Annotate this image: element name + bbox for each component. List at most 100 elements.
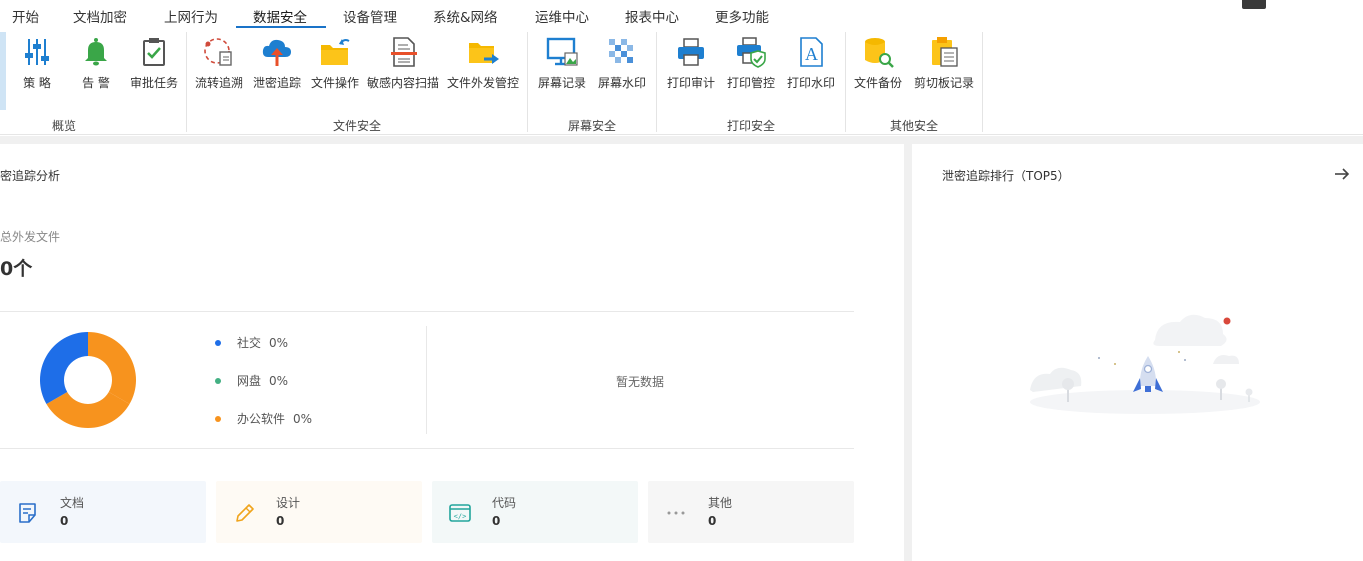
divider xyxy=(0,311,854,312)
card-name: 文档 xyxy=(60,496,85,510)
ribbon-toolbar: 策 略 告 警 审批任务 概览 流转追溯 泄密追踪 文件操作 敏感内容扫描 文件… xyxy=(0,30,1363,135)
print-control-label: 打印管控 xyxy=(726,76,775,90)
print-watermark-label: 打印水印 xyxy=(786,76,835,90)
card-value: 0 xyxy=(708,514,717,528)
database-search-icon xyxy=(860,34,896,70)
active-tab-indicator xyxy=(236,26,326,28)
file-outbound-control-label: 文件外发管控 xyxy=(446,76,519,90)
arrow-right-icon[interactable] xyxy=(1333,165,1351,183)
legend-dot xyxy=(215,339,221,346)
legend-dot xyxy=(215,415,221,422)
tab-ops-center[interactable]: 运维中心 xyxy=(535,6,589,26)
legend-percent: 0% xyxy=(269,373,289,388)
print-audit-button[interactable]: 打印审计 xyxy=(666,34,716,96)
file-type-card-other[interactable]: 其他 0 xyxy=(648,481,854,543)
empty-state-rocket-illustration xyxy=(1030,314,1260,414)
file-backup-button[interactable]: 文件备份 xyxy=(853,34,903,96)
clipboard-icon xyxy=(926,34,962,70)
printer-icon xyxy=(673,34,709,70)
donut-slice-办公软件[interactable] xyxy=(88,332,136,404)
file-type-card-document[interactable]: 文档 0 xyxy=(0,481,206,543)
approval-task-button[interactable]: 审批任务 xyxy=(129,34,179,96)
tab-data-security[interactable]: 数据安全 xyxy=(253,6,307,26)
tab-document-encryption[interactable]: 文档加密 xyxy=(73,6,127,26)
tab-internet-behavior[interactable]: 上网行为 xyxy=(164,6,218,26)
tab-device-management[interactable]: 设备管理 xyxy=(343,6,397,26)
divider xyxy=(426,326,427,434)
clipboard-record-label: 剪切板记录 xyxy=(913,76,974,90)
card-value: 0 xyxy=(276,514,285,528)
letter-a-document-icon: A xyxy=(793,34,829,70)
group-screen-security-label: 屏幕安全 xyxy=(568,119,617,133)
card-value: 0 xyxy=(492,514,501,528)
printer-shield-icon xyxy=(733,34,769,70)
sensitive-scan-button[interactable]: 敏感内容扫描 xyxy=(366,34,440,96)
legend-percent: 0% xyxy=(293,411,313,426)
group-file-security-label: 文件安全 xyxy=(333,119,382,133)
card-name: 设计 xyxy=(276,496,301,510)
folder-send-icon xyxy=(465,34,501,70)
pencil-icon xyxy=(232,501,256,525)
panel-title: 密追踪分析 xyxy=(0,169,61,183)
file-outbound-control-button[interactable]: 文件外发管控 xyxy=(446,34,520,96)
donut-slice-社交[interactable] xyxy=(40,332,88,404)
ribbon-separator xyxy=(656,32,657,132)
menu-bar: 开始 文档加密 上网行为 数据安全 设备管理 系统&网络 运维中心 报表中心 更… xyxy=(0,0,1363,30)
ranking-title: 泄密追踪排行（TOP5） xyxy=(942,169,1070,183)
file-operation-label: 文件操作 xyxy=(310,76,359,90)
tab-start[interactable]: 开始 xyxy=(12,6,39,26)
alarm-button[interactable]: 告 警 xyxy=(77,34,115,96)
legend-item: 办公软件 0% xyxy=(215,410,312,427)
legend-name: 办公软件 xyxy=(237,412,286,426)
checkerboard-icon xyxy=(604,34,640,70)
donut-slice-网盘[interactable] xyxy=(46,392,130,428)
legend-percent: 0% xyxy=(269,335,289,350)
collapse-ribbon-button[interactable] xyxy=(1242,0,1266,9)
leak-trace-button[interactable]: 泄密追踪 xyxy=(252,34,302,96)
card-value: 0 xyxy=(60,514,69,528)
cloud-upload-icon xyxy=(259,34,295,70)
ribbon-separator xyxy=(845,32,846,132)
code-window-icon: </> xyxy=(448,501,472,525)
group-print-security-label: 打印安全 xyxy=(727,119,776,133)
legend-item: 社交 0% xyxy=(215,334,288,351)
divider xyxy=(0,448,854,449)
card-name: 其他 xyxy=(708,496,733,510)
tab-report-center[interactable]: 报表中心 xyxy=(625,6,679,26)
screen-watermark-button[interactable]: 屏幕水印 xyxy=(597,34,647,96)
document-edit-icon xyxy=(16,501,40,525)
tab-system-network[interactable]: 系统&网络 xyxy=(433,6,498,26)
legend-name: 社交 xyxy=(237,336,262,350)
legend-dot xyxy=(215,377,221,384)
total-outbound-value: 0个 xyxy=(0,258,33,280)
print-audit-label: 打印审计 xyxy=(666,76,715,90)
legend-item: 网盘 0% xyxy=(215,372,288,389)
clipboard-record-button[interactable]: 剪切板记录 xyxy=(913,34,975,96)
policy-button[interactable]: 策 略 xyxy=(18,34,56,96)
sensitive-scan-label: 敏感内容扫描 xyxy=(366,76,439,90)
ribbon-left-strip xyxy=(0,32,6,110)
file-operation-button[interactable]: 文件操作 xyxy=(310,34,360,96)
alarm-label: 告 警 xyxy=(82,76,110,90)
screen-watermark-label: 屏幕水印 xyxy=(597,76,646,90)
tab-more-functions[interactable]: 更多功能 xyxy=(715,6,769,26)
outbound-type-donut-chart xyxy=(40,332,136,428)
policy-label: 策 略 xyxy=(23,76,51,90)
file-type-card-design[interactable]: 设计 0 xyxy=(216,481,422,543)
svg-text:A: A xyxy=(805,44,818,64)
more-dots-icon xyxy=(664,501,688,525)
ribbon-separator xyxy=(527,32,528,132)
file-type-card-code[interactable]: </> 代码 0 xyxy=(432,481,638,543)
print-watermark-button[interactable]: A 打印水印 xyxy=(786,34,836,96)
screen-record-button[interactable]: 屏幕记录 xyxy=(537,34,587,96)
flow-trace-button[interactable]: 流转追溯 xyxy=(194,34,244,96)
print-control-button[interactable]: 打印管控 xyxy=(726,34,776,96)
ribbon-separator xyxy=(982,32,983,132)
leak-trace-label: 泄密追踪 xyxy=(252,76,301,90)
flow-trace-label: 流转追溯 xyxy=(194,76,243,90)
group-other-security-label: 其他安全 xyxy=(890,119,939,133)
screen-record-label: 屏幕记录 xyxy=(537,76,586,90)
ribbon-separator xyxy=(186,32,187,132)
monitor-image-icon xyxy=(544,34,580,70)
no-data-text: 暂无数据 xyxy=(616,375,665,389)
